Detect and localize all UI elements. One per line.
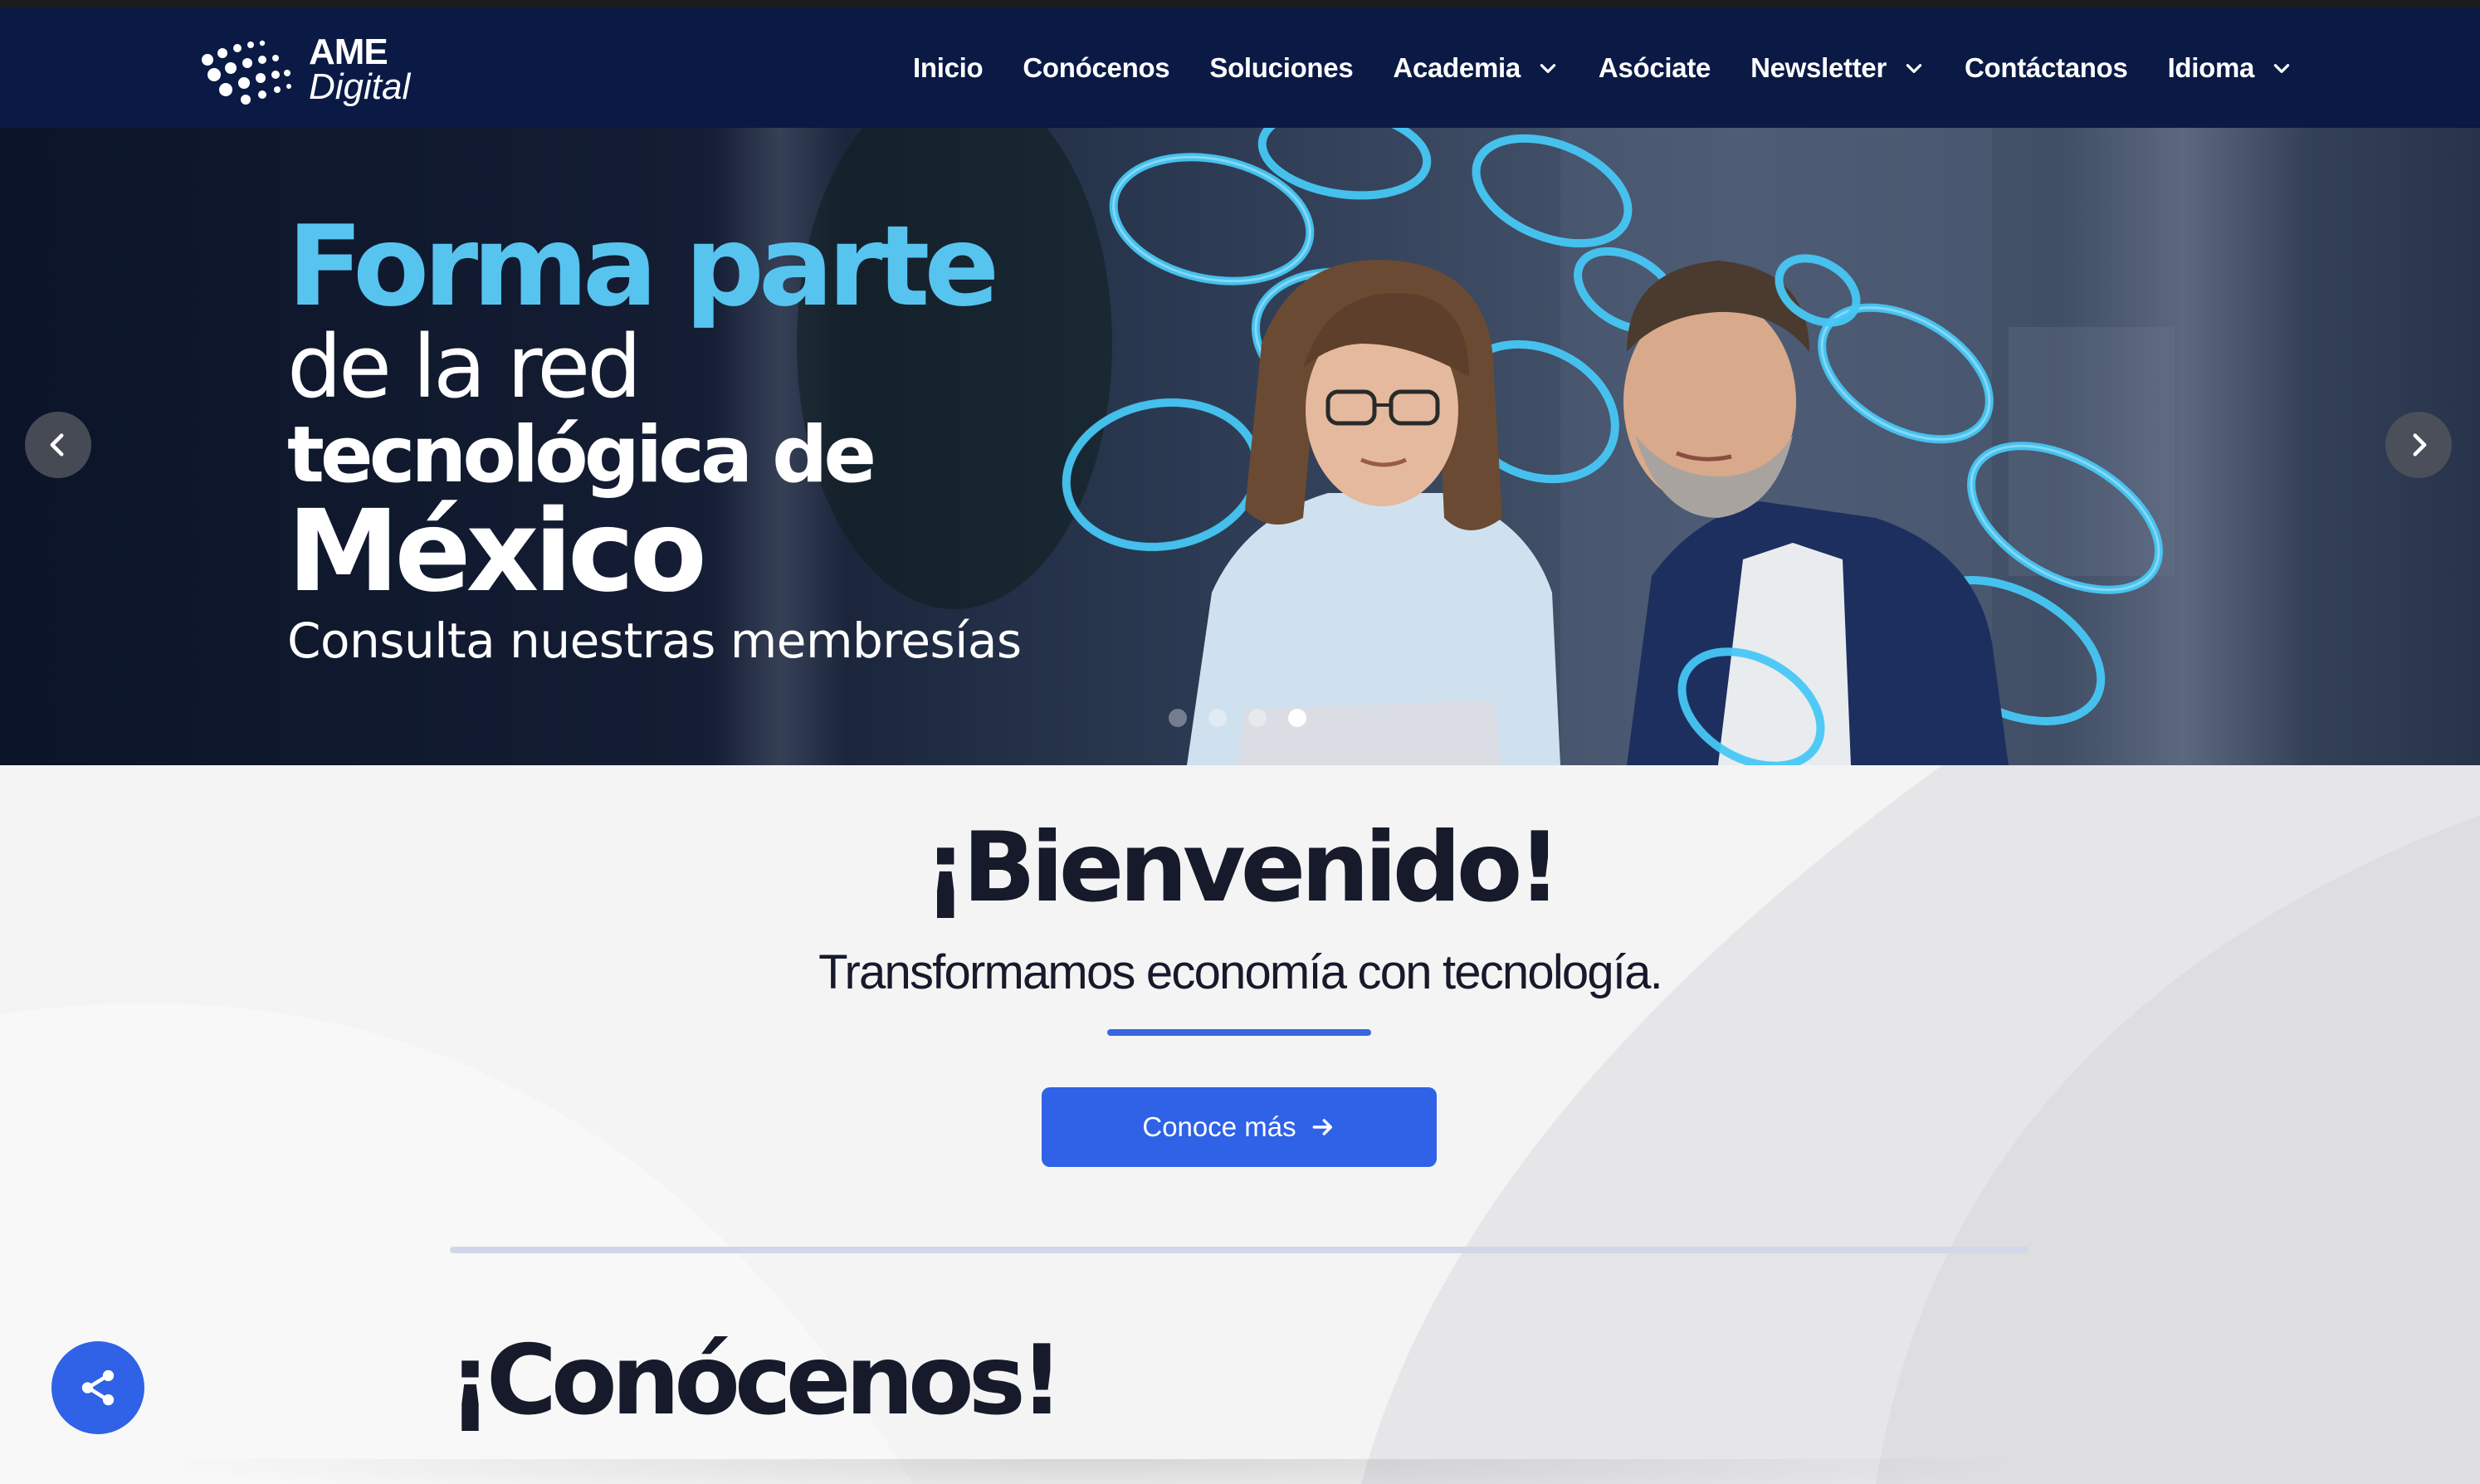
carousel-indicators bbox=[1169, 709, 1328, 727]
carousel-dot[interactable] bbox=[1169, 709, 1187, 727]
top-navbar: AME Digital Inicio Conócenos Soluciones Aca… bbox=[0, 8, 2480, 128]
nav-item-soluciones[interactable]: Soluciones bbox=[1209, 52, 1353, 84]
welcome-title: ¡Bienvenido! bbox=[923, 812, 1562, 924]
cta-label: Conoce más bbox=[1142, 1111, 1296, 1142]
arrow-right-icon bbox=[1312, 1119, 1332, 1135]
title-underline bbox=[1107, 1029, 1371, 1036]
carousel-dot[interactable] bbox=[1248, 709, 1267, 727]
share-icon bbox=[81, 1369, 115, 1406]
main-nav: Inicio Conócenos Soluciones Academia Asóciat… bbox=[913, 8, 2332, 128]
chevron-down-icon bbox=[1540, 64, 1556, 73]
hero-headline: Forma parte de la red tecnológica de Méx… bbox=[287, 211, 1117, 667]
nav-item-label: Newsletter bbox=[1750, 52, 1887, 83]
conoce-mas-button[interactable]: Conoce más bbox=[1042, 1087, 1437, 1167]
chevron-right-icon bbox=[2413, 433, 2427, 456]
nav-item-label: Contáctanos bbox=[1965, 52, 2128, 83]
logo-line1: AME bbox=[309, 32, 388, 72]
hero-line-3: tecnológica de bbox=[287, 410, 876, 500]
nav-item-label: Idioma bbox=[2167, 52, 2255, 83]
hero-line-2: de la red bbox=[287, 316, 642, 417]
nav-item-academia[interactable]: Academia bbox=[1393, 52, 1559, 84]
welcome-subtitle: Transformamos economía con tecnología. bbox=[818, 945, 1663, 999]
carousel-next-button[interactable] bbox=[2385, 412, 2452, 478]
nav-item-label: Academia bbox=[1393, 52, 1521, 83]
share-button[interactable] bbox=[51, 1341, 144, 1434]
nav-item-label: Asóciate bbox=[1598, 52, 1711, 83]
welcome-section: ¡Bienvenido! Transformamos economía con … bbox=[0, 765, 2480, 1484]
section-divider bbox=[450, 1247, 2028, 1253]
hero-line-1: Forma parte bbox=[287, 202, 999, 331]
carousel-prev-button[interactable] bbox=[25, 412, 91, 478]
nav-item-idioma[interactable]: Idioma bbox=[2168, 52, 2293, 84]
carousel-dot[interactable] bbox=[1208, 709, 1227, 727]
nav-item-inicio[interactable]: Inicio bbox=[913, 52, 984, 84]
card-shadow bbox=[133, 1459, 2042, 1484]
hero-carousel: Forma parte de la red tecnológica de Méx… bbox=[0, 128, 2480, 765]
logo-wordmark: AME Digital bbox=[309, 34, 410, 105]
chevron-down-icon bbox=[2273, 64, 2290, 73]
nav-item-asociate[interactable]: Asóciate bbox=[1599, 52, 1711, 84]
chevron-left-icon bbox=[50, 433, 64, 456]
brand-logo[interactable]: AME Digital bbox=[199, 30, 448, 110]
hero-line-5[interactable]: Consulta nuestras membresías bbox=[287, 614, 1117, 668]
chevron-down-icon bbox=[1906, 64, 1922, 73]
nav-item-contactanos[interactable]: Contáctanos bbox=[1965, 52, 2128, 84]
nav-item-newsletter[interactable]: Newsletter bbox=[1750, 52, 1925, 84]
window-top-strip bbox=[0, 0, 2480, 8]
nav-item-label: Inicio bbox=[913, 52, 984, 83]
nav-item-conocenos[interactable]: Conócenos bbox=[1023, 52, 1169, 84]
about-title: ¡Conócenos! bbox=[448, 1325, 1064, 1437]
carousel-dot[interactable] bbox=[1288, 709, 1306, 727]
nav-item-label: Soluciones bbox=[1209, 52, 1354, 83]
hero-line-4: México bbox=[287, 486, 707, 618]
logo-dots-icon bbox=[202, 40, 291, 105]
nav-item-label: Conócenos bbox=[1023, 52, 1170, 83]
logo-line2: Digital bbox=[309, 66, 411, 107]
